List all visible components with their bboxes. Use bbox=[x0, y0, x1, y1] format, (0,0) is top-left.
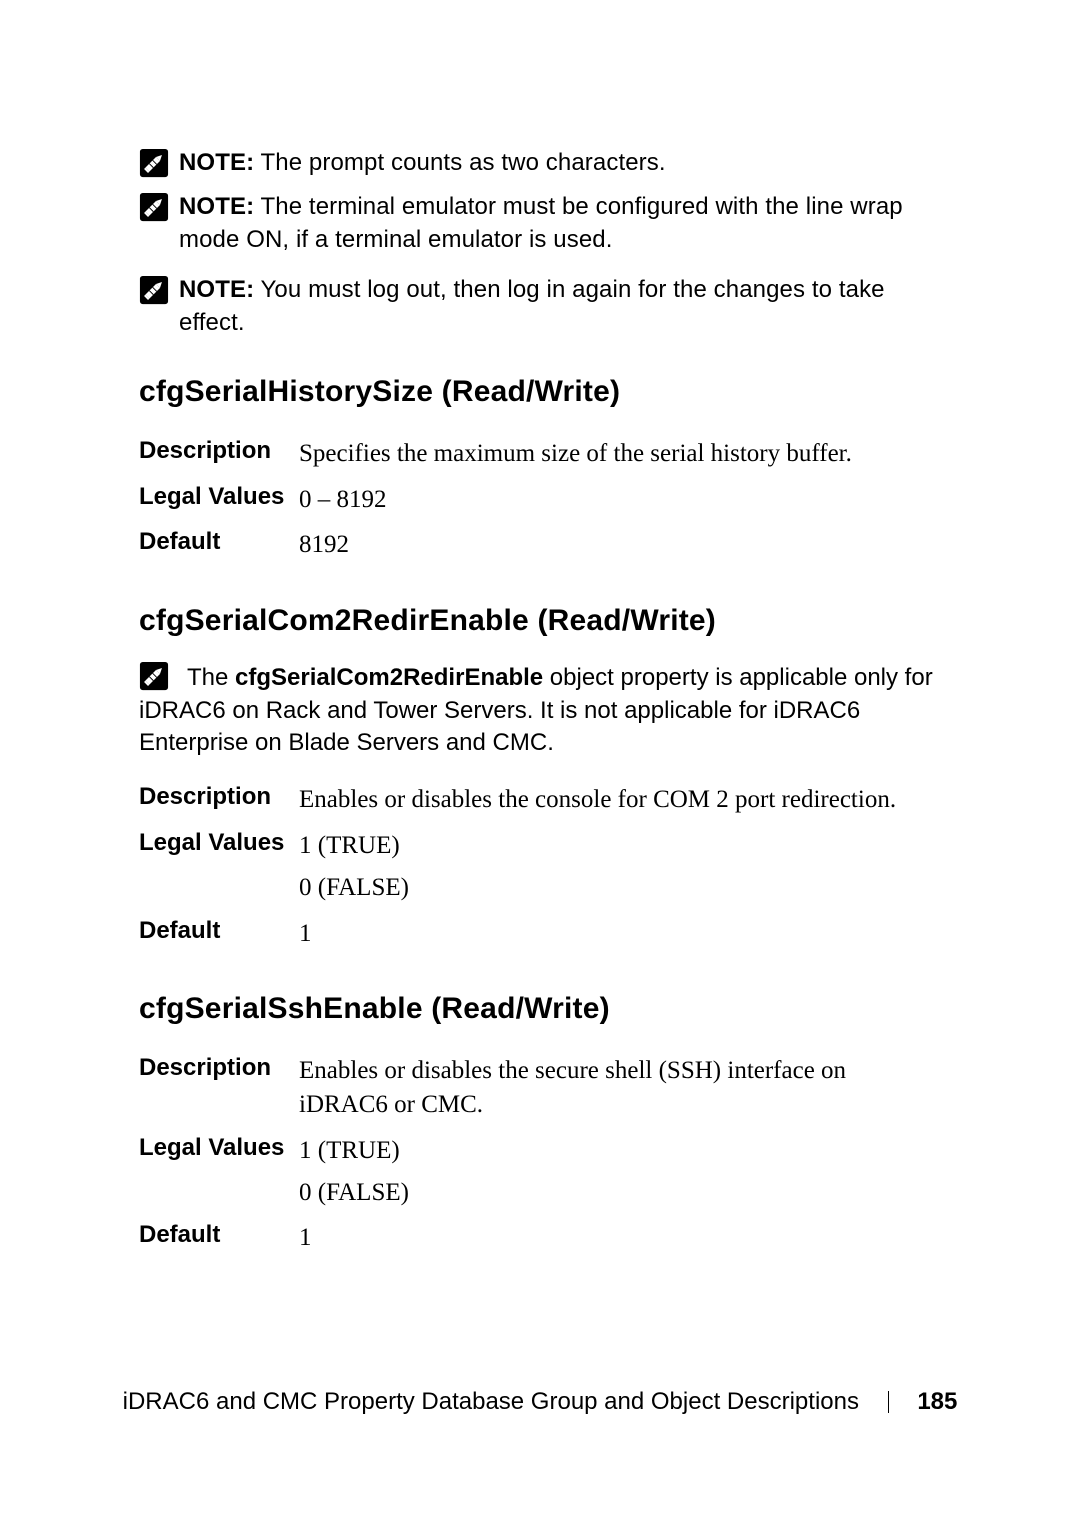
footer-page-number: 185 bbox=[917, 1388, 957, 1415]
table-row: Legal Values 0 – 8192 bbox=[139, 477, 939, 523]
section-heading-cfgserialcom2redirenable: cfgSerialCom2RedirEnable (Read/Write) bbox=[139, 604, 939, 638]
note-1-text: NOTE: The prompt counts as two character… bbox=[179, 147, 939, 179]
prop-val-default: 1 bbox=[299, 1215, 939, 1261]
note-2: NOTE: The terminal emulator must be conf… bbox=[139, 191, 939, 256]
legal-value-true: 1 (TRUE) bbox=[299, 829, 939, 863]
prop-key-legal: Legal Values bbox=[139, 477, 299, 523]
prop-key-description: Description bbox=[139, 777, 299, 823]
pencil-note-icon-wrapper bbox=[139, 660, 179, 691]
table-row: Default 1 bbox=[139, 911, 939, 957]
note-2-body: The terminal emulator must be configured… bbox=[179, 193, 903, 252]
table-row: Legal Values 1 (TRUE) 0 (FALSE) bbox=[139, 823, 939, 911]
page-content: NOTE: The prompt counts as two character… bbox=[139, 147, 939, 1261]
note-3-text: NOTE: You must log out, then log in agai… bbox=[179, 274, 939, 339]
note-1-lead: NOTE: bbox=[179, 149, 254, 176]
prop-key-default: Default bbox=[139, 1215, 299, 1261]
table-row: Default 8192 bbox=[139, 522, 939, 568]
pencil-note-icon bbox=[139, 661, 169, 691]
table-row: Legal Values 1 (TRUE) 0 (FALSE) bbox=[139, 1128, 939, 1216]
props-table-s1: Description Specifies the maximum size o… bbox=[139, 431, 939, 568]
prop-key-legal: Legal Values bbox=[139, 823, 299, 911]
legal-value-true: 1 (TRUE) bbox=[299, 1134, 939, 1168]
prop-val-legal: 0 – 8192 bbox=[299, 477, 939, 523]
props-table-s3: Description Enables or disables the secu… bbox=[139, 1048, 939, 1261]
prop-val-description: Specifies the maximum size of the serial… bbox=[299, 431, 939, 477]
table-row: Description Specifies the maximum size o… bbox=[139, 431, 939, 477]
table-row: Default 1 bbox=[139, 1215, 939, 1261]
note-3: NOTE: You must log out, then log in agai… bbox=[139, 274, 939, 339]
note-2-lead: NOTE: bbox=[179, 193, 254, 220]
prop-key-description: Description bbox=[139, 431, 299, 477]
prop-val-default: 1 bbox=[299, 911, 939, 957]
footer-separator bbox=[888, 1391, 889, 1413]
footer-title: iDRAC6 and CMC Property Database Group a… bbox=[123, 1388, 859, 1415]
note-1-body: The prompt counts as two characters. bbox=[254, 149, 665, 176]
prop-val-description: Enables or disables the console for COM … bbox=[299, 777, 939, 823]
prop-key-default: Default bbox=[139, 911, 299, 957]
prop-val-default: 8192 bbox=[299, 522, 939, 568]
section-note-s2: The cfgSerialCom2RedirEnable object prop… bbox=[139, 660, 939, 759]
note-2-text: NOTE: The terminal emulator must be conf… bbox=[179, 191, 939, 256]
legal-value-false: 0 (FALSE) bbox=[299, 871, 939, 905]
props-table-s2: Description Enables or disables the cons… bbox=[139, 777, 939, 956]
section-heading-cfgserialhistorysize: cfgSerialHistorySize (Read/Write) bbox=[139, 375, 939, 409]
prop-val-description: Enables or disables the secure shell (SS… bbox=[299, 1048, 939, 1128]
pencil-note-icon bbox=[139, 275, 169, 305]
page-footer: iDRAC6 and CMC Property Database Group a… bbox=[0, 1388, 1080, 1416]
prop-key-legal: Legal Values bbox=[139, 1128, 299, 1216]
table-row: Description Enables or disables the secu… bbox=[139, 1048, 939, 1128]
pencil-note-icon bbox=[139, 192, 169, 222]
pencil-note-icon bbox=[139, 148, 169, 178]
table-row: Description Enables or disables the cons… bbox=[139, 777, 939, 823]
s2-note-pre: The bbox=[187, 664, 235, 691]
prop-val-legal: 1 (TRUE) 0 (FALSE) bbox=[299, 823, 939, 911]
prop-val-legal: 1 (TRUE) 0 (FALSE) bbox=[299, 1128, 939, 1216]
s2-note-bold: cfgSerialCom2RedirEnable bbox=[235, 664, 543, 691]
prop-key-default: Default bbox=[139, 522, 299, 568]
note-1: NOTE: The prompt counts as two character… bbox=[139, 147, 939, 179]
note-3-lead: NOTE: bbox=[179, 276, 254, 303]
legal-value-false: 0 (FALSE) bbox=[299, 1176, 939, 1210]
section-heading-cfgserialsshenable: cfgSerialSshEnable (Read/Write) bbox=[139, 992, 939, 1026]
note-3-body: You must log out, then log in again for … bbox=[179, 276, 885, 335]
prop-key-description: Description bbox=[139, 1048, 299, 1128]
